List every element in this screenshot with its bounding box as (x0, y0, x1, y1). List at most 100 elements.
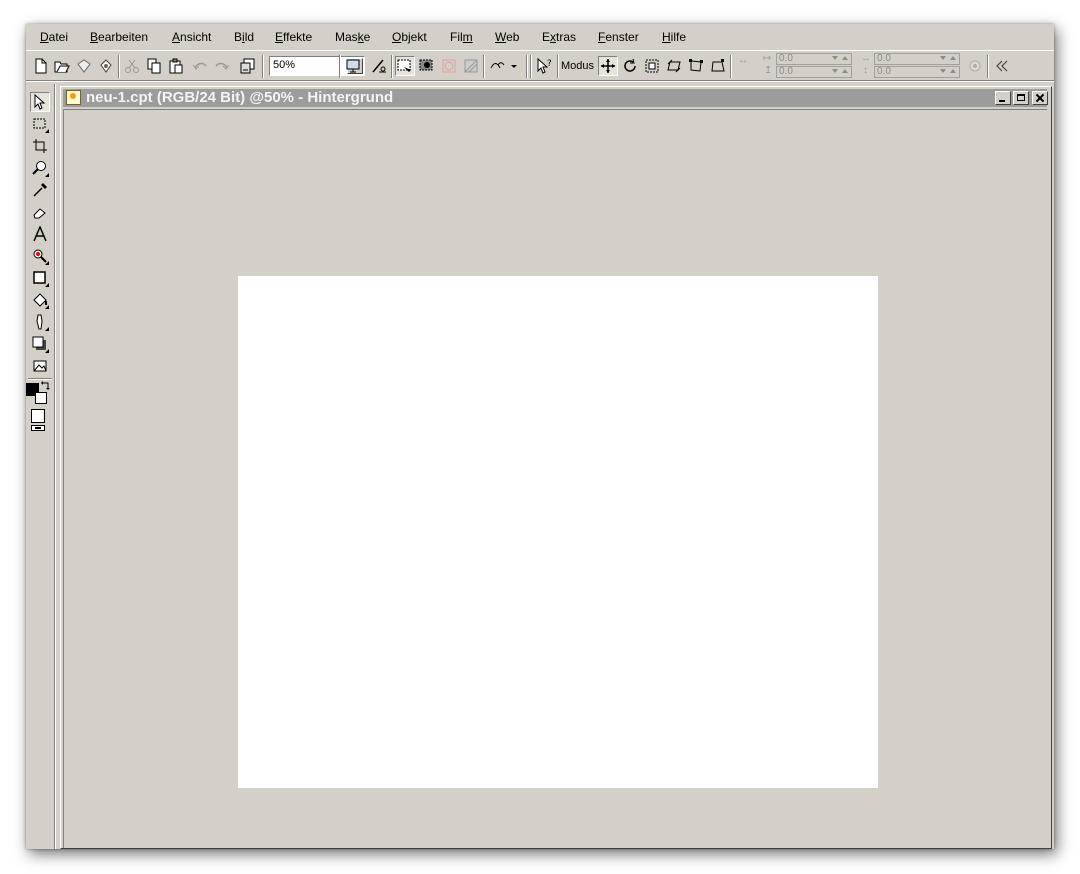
whats-this-help-button[interactable]: ? (535, 56, 555, 76)
marquee-visibility-button[interactable] (461, 56, 481, 76)
toolbar-overflow-button[interactable] (992, 56, 1012, 76)
scale-mode-button[interactable] (642, 56, 662, 76)
zoom-level-value: 50% (273, 59, 296, 71)
skew-icon (667, 59, 681, 73)
undo-button[interactable] (190, 56, 210, 76)
menu-datei[interactable]: Datei (40, 30, 68, 44)
width-value: 0.0 (877, 53, 891, 64)
pick-tool[interactable] (30, 92, 50, 112)
drop-shadow-tool[interactable] (30, 334, 50, 354)
eraser-tool[interactable] (30, 202, 50, 222)
document-workspace (63, 109, 1047, 848)
application-launcher-button[interactable] (369, 56, 389, 76)
distort-mode-button[interactable] (686, 56, 706, 76)
import-button[interactable] (238, 56, 258, 76)
cut-button[interactable] (122, 56, 142, 76)
menu-extras[interactable]: Extras (542, 30, 576, 44)
y-position-value: 0.0 (779, 66, 793, 77)
menu-effekte[interactable]: Effekte (275, 30, 312, 44)
x-position-field[interactable]: 0.0 (776, 53, 852, 65)
flyout-indicator-icon (45, 261, 49, 265)
swap-colors-icon[interactable] (40, 380, 52, 392)
eraser-icon (33, 208, 46, 219)
perspective-mode-button[interactable] (708, 56, 728, 76)
new-file-button[interactable] (31, 56, 51, 76)
image-sprayer-tool[interactable] (30, 356, 50, 376)
menu-objekt[interactable]: Objekt (392, 30, 427, 44)
crop-tool[interactable] (30, 136, 50, 156)
toolbar-separator (557, 55, 559, 78)
menu-ansicht[interactable]: Ansicht (172, 30, 211, 44)
rectangle-tool[interactable] (30, 268, 50, 288)
move-arrows-icon (601, 59, 615, 73)
maximize-button[interactable] (1013, 91, 1029, 105)
y-position-icon: ↥ (764, 65, 773, 76)
fill-tool[interactable] (30, 290, 50, 310)
width-spinner[interactable] (938, 55, 958, 63)
rectangle-mask-tool[interactable] (30, 114, 50, 134)
red-eye-tool[interactable] (30, 246, 50, 266)
width-icon: ↔ (861, 53, 871, 64)
y-position-field[interactable]: 0.0 (776, 66, 852, 78)
copy-icon (147, 58, 161, 74)
height-spinner[interactable] (938, 68, 958, 76)
toolbar-separator (730, 55, 732, 78)
toolbar-separator (262, 55, 264, 78)
flyout-indicator-icon (45, 283, 49, 287)
minimize-button[interactable] (995, 91, 1011, 105)
document-title: neu-1.cpt (RGB/24 Bit) @50% - Hintergrun… (86, 89, 394, 106)
menu-film[interactable]: Film (450, 30, 473, 44)
width-field[interactable]: 0.0 (874, 53, 960, 65)
menu-bearbeiten[interactable]: Bearbeiten (90, 30, 148, 44)
text-tool[interactable] (30, 224, 50, 244)
mask-overlay-button[interactable] (417, 56, 437, 76)
menu-fenster[interactable]: Fenster (598, 30, 639, 44)
redo-icon (215, 62, 230, 70)
lock-proportions-button[interactable] (965, 56, 985, 76)
zoom-tool[interactable] (30, 158, 50, 178)
x-position-spinner[interactable] (830, 55, 850, 63)
menu-web[interactable]: Web (495, 30, 519, 44)
flyout-indicator-icon (45, 327, 49, 331)
background-color-swatch[interactable] (35, 392, 47, 404)
fill-color-swatch[interactable] (31, 409, 45, 423)
scissors-icon (125, 59, 139, 73)
height-field[interactable]: 0.0 (874, 66, 960, 78)
copy-button[interactable] (144, 56, 164, 76)
toolbox-edge (55, 84, 56, 849)
menu-maske[interactable]: Maske (335, 30, 370, 44)
save-button[interactable] (74, 56, 94, 76)
marquee-visibility-icon (464, 59, 478, 73)
toolbar-divider (26, 81, 1054, 82)
y-position-spinner[interactable] (830, 68, 850, 76)
flyout-indicator-icon (45, 305, 49, 309)
document-icon[interactable] (66, 90, 81, 105)
open-file-button[interactable] (52, 56, 72, 76)
close-button[interactable] (1032, 91, 1048, 105)
full-screen-preview-button[interactable] (343, 56, 363, 76)
paint-tool[interactable] (30, 312, 50, 332)
menu-bild[interactable]: Bild (234, 30, 254, 44)
redo-button[interactable] (212, 56, 232, 76)
position-mode-button[interactable] (598, 56, 618, 76)
rotate-mode-button[interactable] (620, 56, 640, 76)
lens-toggle-button[interactable] (439, 56, 459, 76)
paper-color-swatch[interactable] (31, 425, 45, 431)
document-title-bar[interactable]: neu-1.cpt (RGB/24 Bit) @50% - Hintergrun… (63, 89, 1048, 107)
mask-marquee-toggle-button[interactable] (395, 56, 415, 76)
paste-button[interactable] (166, 56, 186, 76)
monitor-icon (346, 59, 360, 73)
x-position-icon: ↦ (763, 53, 772, 64)
skew-mode-button[interactable] (664, 56, 684, 76)
print-button[interactable] (96, 56, 116, 76)
lens-icon (442, 59, 456, 73)
merge-mode-dropdown[interactable] (488, 56, 518, 76)
image-canvas[interactable] (238, 276, 878, 788)
toolbox (26, 84, 55, 849)
eyedropper-tool[interactable] (30, 180, 50, 200)
print-icon (100, 59, 112, 73)
menu-hilfe[interactable]: Hilfe (662, 30, 686, 44)
horizontal-position-icon: ↔ (738, 55, 748, 66)
save-icon (77, 59, 91, 73)
image-sprayer-icon (33, 360, 47, 372)
